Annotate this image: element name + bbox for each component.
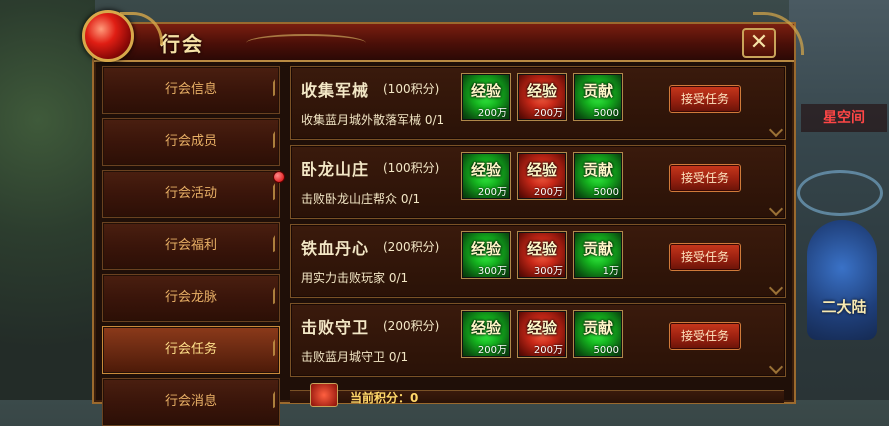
reward-title: 经验 (470, 319, 501, 337)
reward-exp-bonus-icon[interactable]: 经验 200万 (517, 152, 567, 200)
task-description: 击败蓝月城守卫 0/1 (301, 350, 409, 364)
reward-title: 贡献 (582, 240, 613, 258)
reward-contribution-icon[interactable]: 贡献 1万 (573, 231, 623, 279)
reward-exp-icon[interactable]: 经验 300万 (461, 231, 511, 279)
sidebar-item-label: 行会活动 (164, 186, 217, 201)
reward-contribution-icon[interactable]: 贡献 5000 (573, 73, 623, 121)
dragon-ornament-icon (120, 12, 163, 45)
task-row: 铁血丹心 (200积分) 用实力击败玩家 0/1 经验 300万 经验 300万… (290, 224, 786, 298)
reward-exp-bonus-icon[interactable]: 经验 200万 (517, 310, 567, 358)
chevron-down-icon (768, 359, 784, 375)
background-scenery-left (0, 0, 95, 400)
accept-task-button[interactable]: 接受任务 (669, 85, 741, 113)
reward-title: 经验 (470, 240, 501, 258)
chevron-down-icon (768, 122, 784, 138)
reward-title: 经验 (526, 319, 557, 337)
sidebar-item-label: 行会成员 (164, 134, 217, 149)
task-points: (200积分) (383, 319, 440, 333)
sidebar-item-label: 行会龙脉 (164, 290, 217, 305)
points-footer: 当前积分：0 (290, 383, 784, 407)
sidebar-item-label: 行会信息 (164, 82, 217, 97)
task-points: (100积分) (383, 82, 440, 96)
task-list: 收集军械 (100积分) 收集蓝月城外散落军械 0/1 经验 200万 经验 2… (290, 66, 786, 402)
reward-amount: 5000 (593, 108, 619, 119)
chevron-down-icon (768, 280, 784, 296)
sidebar-item-welfare[interactable]: 行会福利 (102, 222, 280, 270)
task-name: 击败守卫 (301, 318, 370, 337)
npc-figure[interactable] (807, 220, 877, 340)
reward-amount: 5000 (593, 187, 619, 198)
sidebar-item-members[interactable]: 行会成员 (102, 118, 280, 166)
reward-title: 经验 (526, 161, 557, 179)
background-scenery-right (789, 0, 889, 400)
task-name: 收集军械 (301, 81, 370, 100)
guild-sidebar: 行会信息 行会成员 行会活动 行会福利 行会龙脉 行会任务 行会消息 (102, 66, 285, 426)
guild-panel: 行会 ✕ 行会信息 行会成员 行会活动 行会福利 行会龙脉 行会任务 行会消息 … (82, 10, 804, 426)
chevron-down-icon (768, 201, 784, 217)
sidebar-item-tasks[interactable]: 行会任务 (102, 326, 280, 374)
reward-amount: 200万 (533, 108, 563, 119)
notification-dot-icon (273, 171, 285, 183)
panel-title: 行会 (160, 32, 204, 56)
sidebar-item-activities[interactable]: 行会活动 (102, 170, 285, 218)
task-points: (100积分) (383, 161, 440, 175)
reward-title: 经验 (526, 82, 557, 100)
sidebar-item-label: 行会任务 (164, 342, 217, 357)
reward-amount: 5000 (593, 345, 619, 356)
sidebar-item-label: 行会消息 (164, 394, 217, 409)
task-points: (200积分) (383, 240, 440, 254)
panel-title-bar: 行会 ✕ (94, 12, 804, 62)
reward-exp-icon[interactable]: 经验 200万 (461, 310, 511, 358)
sidebar-item-label: 行会福利 (164, 238, 217, 253)
reward-amount: 200万 (477, 108, 507, 119)
reward-title: 经验 (526, 240, 557, 258)
task-description: 用实力击败玩家 0/1 (301, 271, 409, 285)
portal-ring (797, 170, 883, 216)
accept-task-button[interactable]: 接受任务 (669, 164, 741, 192)
task-name: 卧龙山庄 (301, 160, 370, 179)
task-description: 击败卧龙山庄帮众 0/1 (301, 192, 421, 206)
reward-amount: 200万 (533, 345, 563, 356)
reward-amount: 300万 (533, 266, 563, 277)
accept-task-button[interactable]: 接受任务 (669, 243, 741, 271)
reward-amount: 1万 (602, 266, 619, 277)
reward-title: 贡献 (582, 161, 613, 179)
title-ornament (246, 34, 366, 52)
reward-amount: 300万 (477, 266, 507, 277)
close-button[interactable]: ✕ (742, 28, 776, 58)
scene-map-tag: 星空间 (801, 104, 887, 132)
reward-amount: 200万 (477, 187, 507, 198)
reward-contribution-icon[interactable]: 贡献 5000 (573, 310, 623, 358)
accept-task-button[interactable]: 接受任务 (669, 322, 741, 350)
sidebar-item-dragon-vein[interactable]: 行会龙脉 (102, 274, 280, 322)
points-icon (310, 383, 338, 407)
task-row: 击败守卫 (200积分) 击败蓝月城守卫 0/1 经验 200万 经验 200万… (290, 303, 786, 377)
task-row: 卧龙山庄 (100积分) 击败卧龙山庄帮众 0/1 经验 200万 经验 200… (290, 145, 786, 219)
reward-amount: 200万 (477, 345, 507, 356)
reward-exp-bonus-icon[interactable]: 经验 200万 (517, 73, 567, 121)
reward-title: 经验 (470, 82, 501, 100)
reward-exp-bonus-icon[interactable]: 经验 300万 (517, 231, 567, 279)
reward-exp-icon[interactable]: 经验 200万 (461, 152, 511, 200)
current-points-label: 当前积分：0 (350, 391, 419, 405)
sidebar-item-messages[interactable]: 行会消息 (102, 378, 280, 426)
scene-banner-text: 二大陆 (821, 298, 867, 316)
reward-title: 经验 (470, 161, 501, 179)
reward-amount: 200万 (533, 187, 563, 198)
reward-title: 贡献 (582, 82, 613, 100)
sidebar-item-info[interactable]: 行会信息 (102, 66, 280, 114)
task-description: 收集蓝月城外散落军械 0/1 (301, 113, 445, 127)
task-name: 铁血丹心 (301, 239, 370, 258)
reward-title: 贡献 (582, 319, 613, 337)
task-row: 收集军械 (100积分) 收集蓝月城外散落军械 0/1 经验 200万 经验 2… (290, 66, 786, 140)
reward-exp-icon[interactable]: 经验 200万 (461, 73, 511, 121)
reward-contribution-icon[interactable]: 贡献 5000 (573, 152, 623, 200)
